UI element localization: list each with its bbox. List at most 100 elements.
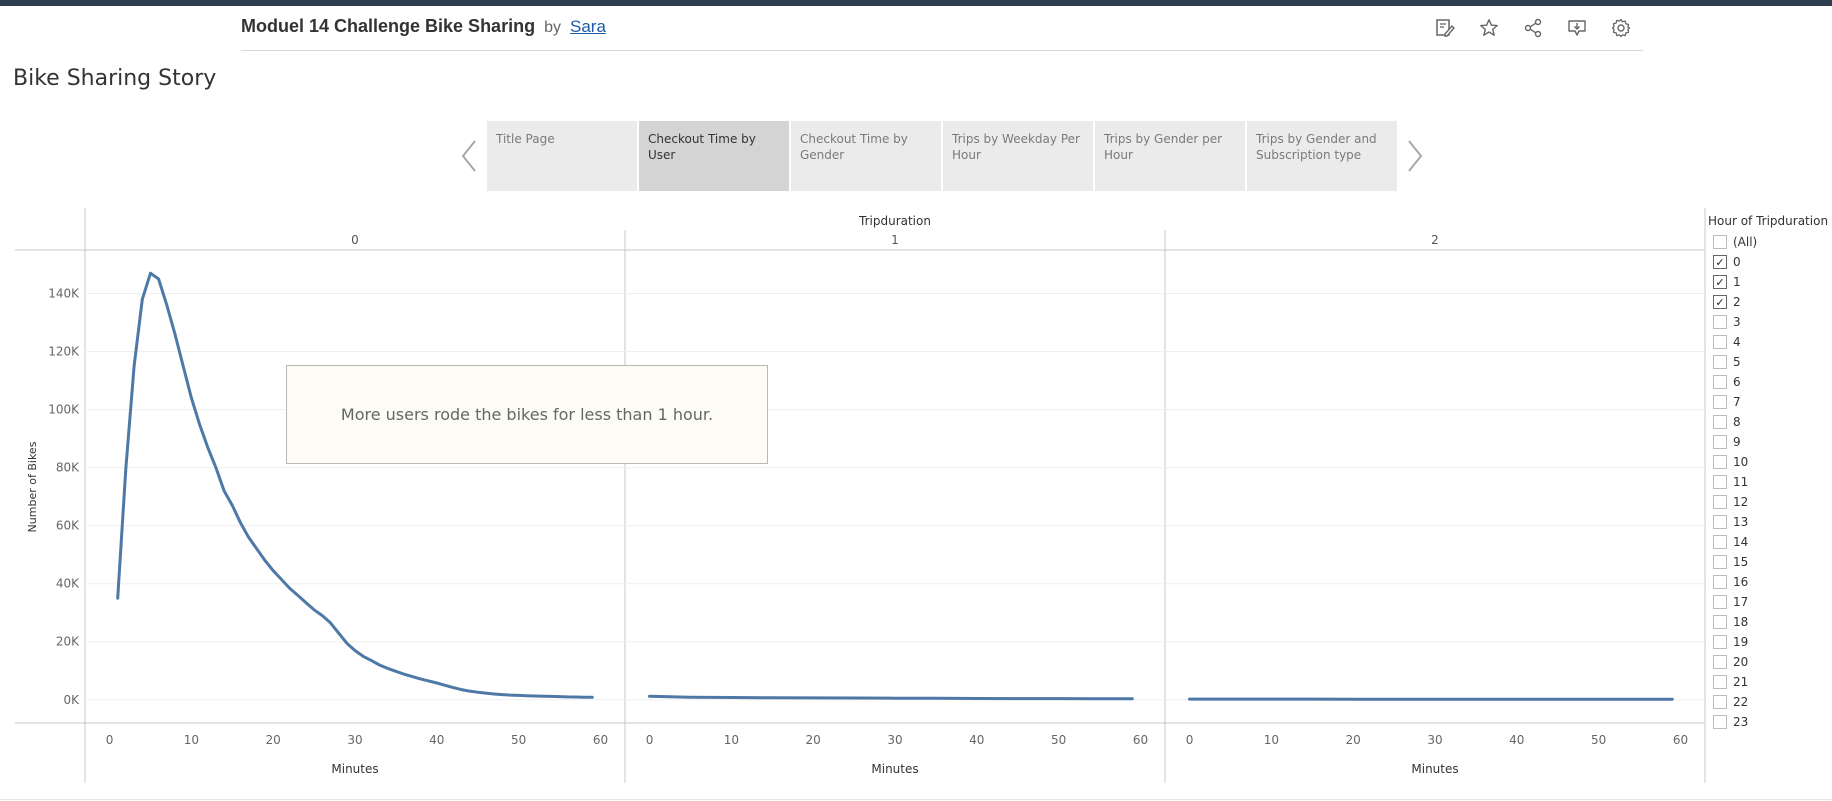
line-chart: Tripduration 0K 20K 40K 60K 80K 100K 120K 140K Nu…: [15, 208, 1706, 783]
checkbox-checked-icon[interactable]: ✓: [1713, 255, 1727, 269]
filter-item-14[interactable]: 14: [1708, 532, 1832, 552]
checkbox-empty-icon[interactable]: [1713, 635, 1727, 649]
filter-item-12[interactable]: 12: [1708, 492, 1832, 512]
filter-item-all[interactable]: (All): [1708, 232, 1832, 252]
checkbox-empty-icon[interactable]: [1713, 415, 1727, 429]
favorite-star-icon[interactable]: [1467, 14, 1511, 42]
x-tick-label: 40: [1509, 733, 1524, 747]
checkbox-checked-icon[interactable]: ✓: [1713, 295, 1727, 309]
filter-item-13[interactable]: 13: [1708, 512, 1832, 532]
x-tick-label: 40: [969, 733, 984, 747]
story-point-title-page[interactable]: Title Page: [487, 121, 637, 191]
previous-story-point-button[interactable]: [457, 136, 481, 176]
next-story-point-button[interactable]: [1403, 136, 1427, 176]
filter-item-label: 18: [1733, 615, 1749, 629]
filter-item-6[interactable]: 6: [1708, 372, 1832, 392]
checkbox-empty-icon[interactable]: [1713, 715, 1727, 729]
filter-item-3[interactable]: 3: [1708, 312, 1832, 332]
checkbox-empty-icon[interactable]: [1713, 395, 1727, 409]
filter-item-label: 15: [1733, 555, 1749, 569]
x-tick-label: 50: [511, 733, 526, 747]
checkbox-empty-icon[interactable]: [1713, 675, 1727, 689]
filter-item-label: 16: [1733, 575, 1749, 589]
filter-item-8[interactable]: 8: [1708, 412, 1832, 432]
edit-icon[interactable]: [1423, 14, 1467, 42]
author-link[interactable]: Sara: [570, 17, 606, 36]
y-tick-label: 80K: [56, 461, 80, 475]
checkbox-checked-icon[interactable]: ✓: [1713, 275, 1727, 289]
story-point-trips-by-gender-per-hour[interactable]: Trips by Gender per Hour: [1095, 121, 1245, 191]
checkbox-empty-icon[interactable]: [1713, 375, 1727, 389]
filter-item-11[interactable]: 11: [1708, 472, 1832, 492]
checkbox-empty-icon[interactable]: [1713, 315, 1727, 329]
checkbox-empty-icon[interactable]: [1713, 235, 1727, 249]
filter-item-17[interactable]: 17: [1708, 592, 1832, 612]
filter-item-7[interactable]: 7: [1708, 392, 1832, 412]
story-point-checkout-time-by-gender[interactable]: Checkout Time by Gender: [791, 121, 941, 191]
y-tick-label: 20K: [56, 635, 80, 649]
x-tick-label: 0: [106, 733, 114, 747]
filter-item-label: 1: [1733, 275, 1741, 289]
filter-item-label: 21: [1733, 675, 1749, 689]
checkbox-empty-icon[interactable]: [1713, 475, 1727, 489]
filter-item-label: 20: [1733, 655, 1749, 669]
filter-item-label: 2: [1733, 295, 1741, 309]
y-tick-label: 0K: [63, 693, 80, 707]
checkbox-empty-icon[interactable]: [1713, 575, 1727, 589]
filter-item-20[interactable]: 20: [1708, 652, 1832, 672]
x-tick-label: 60: [1673, 733, 1688, 747]
filter-item-label: 5: [1733, 355, 1741, 369]
checkbox-empty-icon[interactable]: [1713, 495, 1727, 509]
filter-item-18[interactable]: 18: [1708, 612, 1832, 632]
y-tick-label: 120K: [48, 345, 80, 359]
download-icon[interactable]: [1555, 14, 1599, 42]
y-tick-label: 40K: [56, 577, 80, 591]
story-navigator: Title Page Checkout Time by User Checkou…: [487, 121, 1399, 191]
checkbox-empty-icon[interactable]: [1713, 455, 1727, 469]
filter-item-0[interactable]: ✓ 0: [1708, 252, 1832, 272]
filter-title: Hour of Tripduration: [1708, 214, 1829, 228]
filter-item-22[interactable]: 22: [1708, 692, 1832, 712]
story-point-trips-by-gender-subscription[interactable]: Trips by Gender and Subscription type: [1247, 121, 1397, 191]
y-axis-title: Number of Bikes: [26, 441, 39, 532]
filter-item-2[interactable]: ✓ 2: [1708, 292, 1832, 312]
checkbox-empty-icon[interactable]: [1713, 515, 1727, 529]
series-line-panel-0: [116, 271, 594, 699]
checkbox-empty-icon[interactable]: [1713, 435, 1727, 449]
filter-item-21[interactable]: 21: [1708, 672, 1832, 692]
x-tick-label: 30: [347, 733, 362, 747]
filter-item-4[interactable]: 4: [1708, 332, 1832, 352]
filter-item-5[interactable]: 5: [1708, 352, 1832, 372]
x-axis-title: Minutes: [871, 762, 918, 776]
story-point-trips-by-weekday[interactable]: Trips by Weekday Per Hour: [943, 121, 1093, 191]
x-tick-label: 60: [593, 733, 608, 747]
x-tick-label: 20: [266, 733, 281, 747]
filter-item-19[interactable]: 19: [1708, 632, 1832, 652]
story-point-checkout-time-by-user[interactable]: Checkout Time by User: [639, 121, 789, 191]
y-tick-label: 60K: [56, 519, 80, 533]
filter-item-9[interactable]: 9: [1708, 432, 1832, 452]
checkbox-empty-icon[interactable]: [1713, 595, 1727, 609]
checkbox-empty-icon[interactable]: [1713, 655, 1727, 669]
story-title: Bike Sharing Story: [13, 66, 217, 91]
share-icon[interactable]: [1511, 14, 1555, 42]
filter-item-23[interactable]: 23: [1708, 712, 1832, 732]
filter-item-16[interactable]: 16: [1708, 572, 1832, 592]
filter-item-1[interactable]: ✓ 1: [1708, 272, 1832, 292]
filter-item-label: 10: [1733, 455, 1749, 469]
checkbox-empty-icon[interactable]: [1713, 615, 1727, 629]
filter-item-15[interactable]: 15: [1708, 552, 1832, 572]
checkbox-empty-icon[interactable]: [1713, 555, 1727, 569]
settings-gear-icon[interactable]: [1599, 14, 1643, 42]
x-axis-title: Minutes: [1411, 762, 1458, 776]
x-tick-label: 50: [1051, 733, 1066, 747]
checkbox-empty-icon[interactable]: [1713, 535, 1727, 549]
bottom-divider: [0, 799, 1832, 800]
checkbox-empty-icon[interactable]: [1713, 695, 1727, 709]
x-tick-label: 0: [1186, 733, 1194, 747]
checkbox-empty-icon[interactable]: [1713, 355, 1727, 369]
hour-filter: Hour of Tripduration (All) ✓ 0 ✓ 1 ✓ 2 3 4 5 6 7 8 9 1…: [1708, 214, 1832, 732]
annotation-box: More users rode the bikes for less than …: [286, 365, 768, 464]
filter-item-10[interactable]: 10: [1708, 452, 1832, 472]
checkbox-empty-icon[interactable]: [1713, 335, 1727, 349]
